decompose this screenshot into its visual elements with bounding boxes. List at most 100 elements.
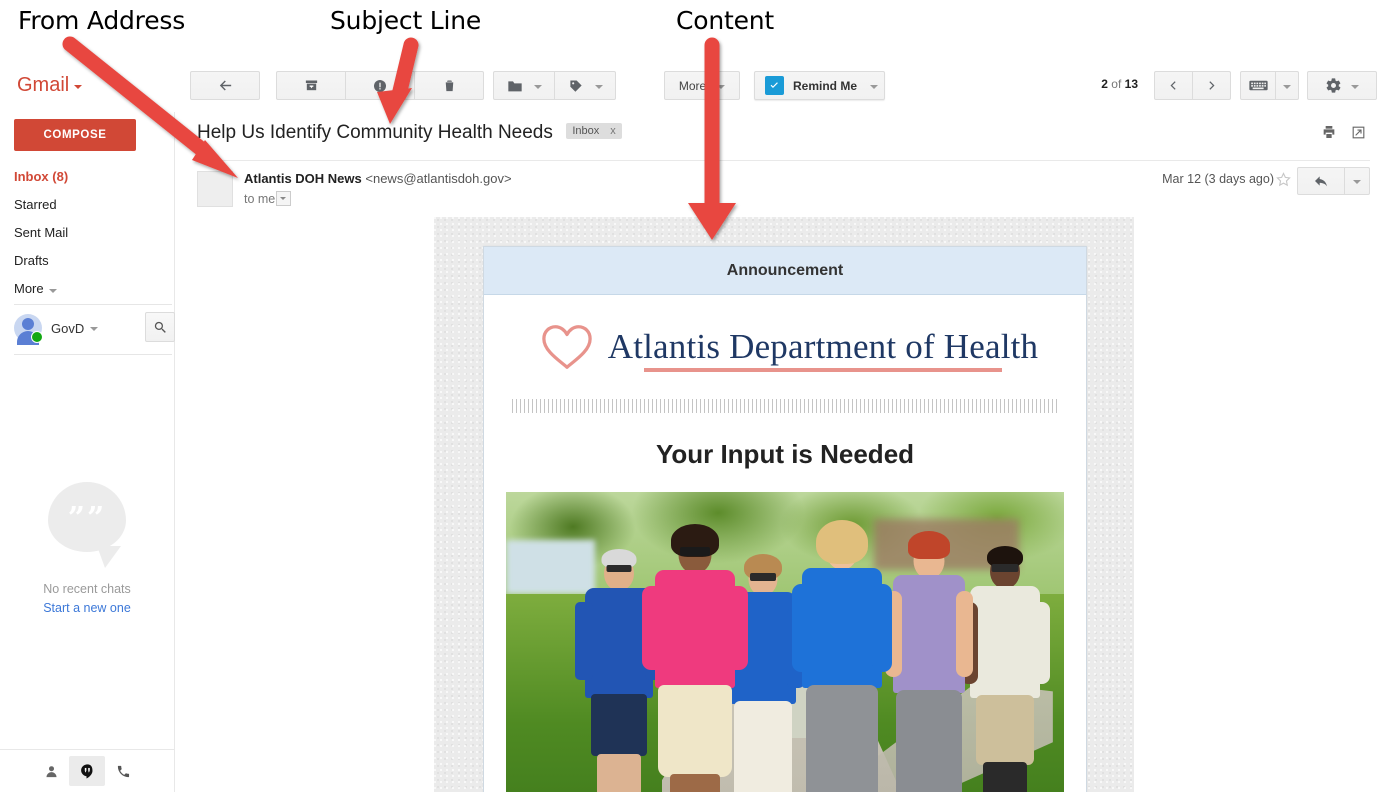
annotation-label-from-address: From Address xyxy=(18,6,185,35)
sidebar-item-more[interactable]: More xyxy=(14,275,164,303)
annotation-label-content: Content xyxy=(676,6,774,35)
recipients-text: to me xyxy=(244,192,275,206)
compose-label: COMPOSE xyxy=(44,129,107,141)
chevron-down-icon xyxy=(534,85,542,89)
email-card: Announcement Atlantis Department of Heal… xyxy=(483,246,1087,792)
doh-logo: Atlantis Department of Health xyxy=(484,321,1086,373)
message-pane: Help Us Identify Community Health Needs … xyxy=(175,112,1390,792)
chevron-right-icon xyxy=(1204,78,1219,93)
person-icon xyxy=(44,764,59,779)
settings-button[interactable] xyxy=(1307,71,1377,100)
keyboard-icon xyxy=(1249,79,1268,92)
sidebar-divider xyxy=(14,304,172,305)
more-label: More xyxy=(679,79,706,93)
doh-logo-text-wrap: Atlantis Department of Health xyxy=(608,327,1039,367)
star-button[interactable] xyxy=(1275,171,1292,193)
gear-icon xyxy=(1325,77,1342,94)
reply-button[interactable] xyxy=(1297,167,1345,195)
newer-button[interactable] xyxy=(1192,71,1231,100)
chevron-down-icon xyxy=(1351,85,1359,89)
sender-line: Atlantis DOH News <news@atlantisdoh.gov> xyxy=(244,171,512,186)
hangouts-bottom-bar xyxy=(0,749,174,792)
open-in-new-window-icon[interactable] xyxy=(1351,125,1366,140)
chevron-down-icon xyxy=(1353,180,1361,184)
message-date: Mar 12 (3 days ago) xyxy=(1162,172,1274,186)
sender-name: Atlantis DOH News xyxy=(244,171,362,186)
hangouts-tab-button[interactable] xyxy=(69,756,105,786)
dotted-divider xyxy=(512,399,1058,413)
subject-text: Help Us Identify Community Health Needs xyxy=(197,122,553,144)
gmail-logo[interactable]: Gmail xyxy=(17,74,82,97)
chevron-down-icon xyxy=(1283,85,1291,89)
search-icon xyxy=(153,320,168,335)
chevron-down-icon xyxy=(595,85,603,89)
sidebar-item-drafts[interactable]: Drafts xyxy=(14,247,164,275)
recipients-line[interactable]: to me xyxy=(244,192,291,207)
online-status-dot xyxy=(31,331,43,343)
sidebar-item-label: Sent Mail xyxy=(14,225,68,240)
phone-tab-button[interactable] xyxy=(105,756,141,786)
print-icon[interactable] xyxy=(1321,124,1337,140)
sender-avatar xyxy=(197,171,233,207)
labels-button[interactable] xyxy=(554,71,616,100)
reply-arrow-icon xyxy=(1313,173,1329,189)
contacts-tab-button[interactable] xyxy=(33,756,69,786)
pagination-current: 2 xyxy=(1101,77,1108,91)
archive-button[interactable] xyxy=(276,71,346,100)
pagination-group xyxy=(1154,71,1231,100)
annotation-band: From Address Subject Line Content xyxy=(0,0,1390,59)
exclamation-circle-icon xyxy=(372,78,388,94)
move-to-button[interactable] xyxy=(493,71,555,100)
folder-icon xyxy=(507,79,523,93)
recipient-details-dropdown[interactable] xyxy=(276,191,291,206)
sidebar-item-label: Starred xyxy=(14,197,57,212)
message-actions-group xyxy=(276,71,484,100)
person-white-shirt-man xyxy=(964,532,1046,792)
report-spam-button[interactable] xyxy=(345,71,415,100)
sidebar-item-sent-mail[interactable]: Sent Mail xyxy=(14,219,164,247)
phone-icon xyxy=(116,764,131,779)
sidebar-item-starred[interactable]: Starred xyxy=(14,191,164,219)
back-to-inbox-button[interactable] xyxy=(190,71,260,100)
doh-logo-text: Atlantis Department of Health xyxy=(608,327,1039,367)
chevron-down-icon xyxy=(870,85,878,89)
heart-icon xyxy=(538,321,596,373)
reply-actions-group xyxy=(1297,167,1370,195)
email-headline: Your Input is Needed xyxy=(484,439,1086,470)
sidebar-item-inbox[interactable]: Inbox (8) xyxy=(14,163,164,191)
sidebar-nav: Inbox (8) Starred Sent Mail Drafts More xyxy=(14,163,164,303)
announcement-header: Announcement xyxy=(484,247,1086,295)
search-people-button[interactable] xyxy=(145,312,175,342)
avatar xyxy=(14,314,42,342)
label-chip-remove[interactable]: x xyxy=(610,125,616,137)
remind-me-button[interactable]: Remind Me xyxy=(754,71,885,100)
user-name: GovD xyxy=(51,321,84,336)
back-arrow-icon xyxy=(217,77,234,94)
remind-me-label: Remind Me xyxy=(793,79,857,93)
chevron-down-icon xyxy=(74,85,82,89)
checkbox-icon xyxy=(765,76,784,95)
label-chip-text: Inbox xyxy=(572,125,599,137)
chevron-down-icon xyxy=(49,289,57,293)
hangouts-empty-state: ”” No recent chats Start a new one xyxy=(0,482,174,615)
sidebar-divider-2 xyxy=(14,354,172,355)
more-actions-button[interactable]: More xyxy=(664,71,740,100)
pagination-of: of xyxy=(1111,77,1121,91)
person-blonde-blue-tee-woman xyxy=(796,502,888,792)
sidebar-item-label: Inbox (8) xyxy=(14,169,68,184)
chevron-left-icon xyxy=(1166,78,1181,93)
start-new-chat-link[interactable]: Start a new one xyxy=(0,601,174,615)
star-icon xyxy=(1275,171,1292,188)
more-message-actions-button[interactable] xyxy=(1344,167,1370,195)
email-body-container: Announcement Atlantis Department of Heal… xyxy=(434,217,1134,792)
sidebar-item-label: Drafts xyxy=(14,253,49,268)
keyboard-input-button[interactable] xyxy=(1240,71,1276,100)
label-chip[interactable]: Inboxx xyxy=(566,123,621,139)
older-button[interactable] xyxy=(1154,71,1193,100)
doh-logo-underline xyxy=(644,368,1003,372)
keyboard-input-dropdown[interactable] xyxy=(1275,71,1299,100)
compose-button[interactable]: COMPOSE xyxy=(14,119,136,151)
chat-bubble-icon: ”” xyxy=(48,482,126,552)
delete-button[interactable] xyxy=(414,71,484,100)
keyboard-input-group xyxy=(1240,71,1299,100)
